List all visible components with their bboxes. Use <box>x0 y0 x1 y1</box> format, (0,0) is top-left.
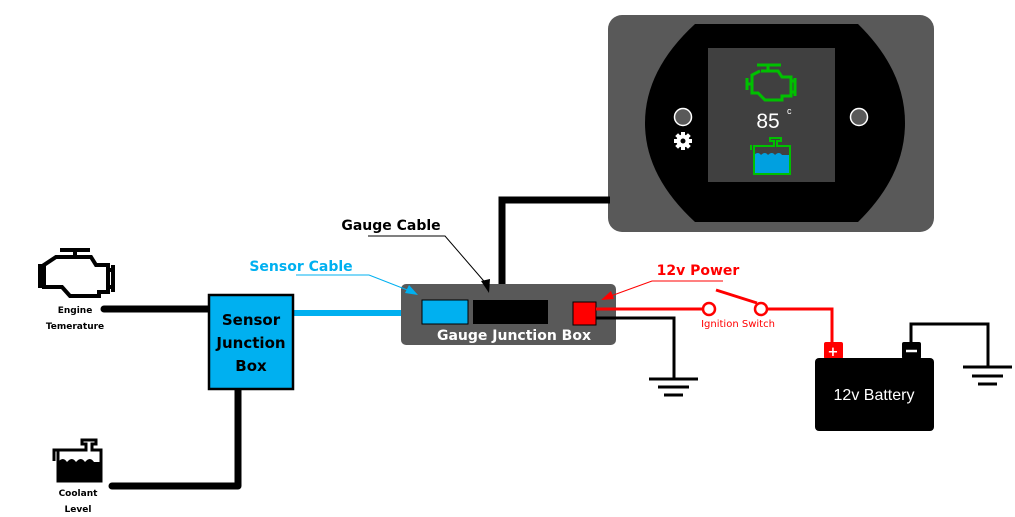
gauge-cable-leader <box>368 235 490 288</box>
battery: + 12v Battery <box>815 342 934 431</box>
coolant-level-label-2: Level <box>65 505 92 515</box>
temperature-value: 85 <box>756 110 779 133</box>
gauge-junction-box: Gauge Junction Box <box>401 284 616 345</box>
coolant-level-icon <box>52 438 103 483</box>
battery-positive-sign: + <box>828 345 839 360</box>
battery-ground-symbol <box>963 365 1012 386</box>
gauge-right-button[interactable] <box>849 107 869 127</box>
battery-label: 12v Battery <box>834 387 915 404</box>
power-12v-label: 12v Power <box>657 263 740 279</box>
engine-icon <box>38 248 115 298</box>
gauge-display: 85 c <box>608 15 934 232</box>
power-12v-leader <box>607 280 723 298</box>
coolant-level-label-1: Coolant <box>59 489 99 499</box>
coolant-level-wire <box>108 384 242 490</box>
temperature-unit: c <box>787 106 792 116</box>
ignition-switch-terminal-a <box>701 301 717 317</box>
gear-icon[interactable] <box>674 132 692 150</box>
sensor-junction-box: Sensor Junction Box <box>207 293 295 391</box>
gauge-cable-label: Gauge Cable <box>341 218 440 234</box>
ignition-switch-label: Ignition Switch <box>701 319 775 330</box>
power-port <box>572 301 597 326</box>
sensor-junction-label-2: Junction <box>215 334 285 352</box>
gauge-junction-label: Gauge Junction Box <box>437 328 591 344</box>
ignition-switch-lever[interactable] <box>715 288 758 305</box>
power-wire-to-battery <box>767 307 834 345</box>
gauge-port <box>473 300 548 324</box>
engine-temp-label-2: Temerature <box>46 322 104 332</box>
sensor-junction-label-1: Sensor <box>222 311 281 329</box>
sensor-cable-leader <box>296 274 411 292</box>
sensor-cable-label: Sensor Cable <box>249 259 352 275</box>
engine-temp-label-1: Engine <box>58 306 93 316</box>
gauge-left-button[interactable] <box>673 107 693 127</box>
wiring-diagram: 85 c Sensor Junction Box Engine Temeratu… <box>38 15 1012 515</box>
sensor-port <box>421 299 469 325</box>
junction-ground-symbol <box>649 377 698 397</box>
ignition-switch-terminal-b <box>753 301 769 317</box>
sensor-junction-label-3: Box <box>235 357 267 375</box>
